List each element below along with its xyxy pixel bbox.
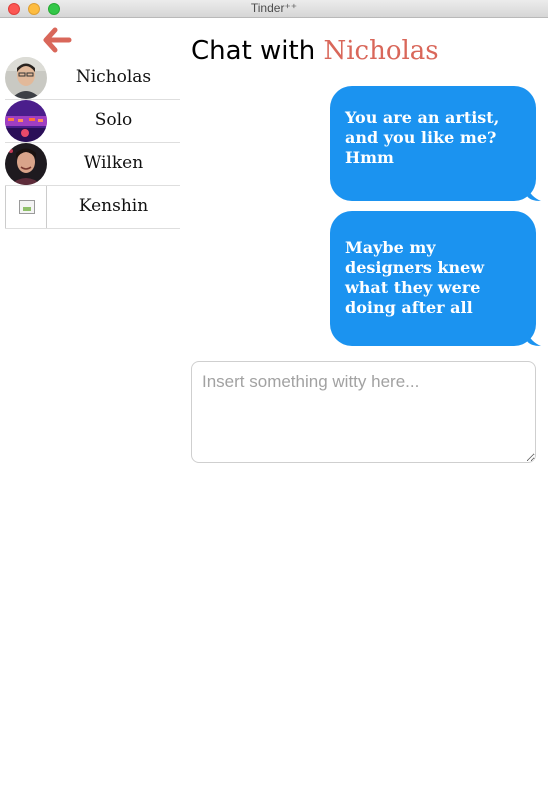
contact-name: Kenshin xyxy=(78,196,149,216)
title-bar: Tinder⁺⁺ xyxy=(0,0,548,18)
bubble-tail xyxy=(527,332,541,346)
chat-partner-name: Nicholas xyxy=(323,36,439,66)
avatar xyxy=(5,57,47,99)
contact-item-kenshin[interactable]: Kenshin xyxy=(5,186,180,229)
contact-name: Wilken xyxy=(83,153,144,173)
message-bubble: You are an artist, and you like me? Hmm xyxy=(330,86,536,201)
contact-item-nicholas[interactable]: Nicholas xyxy=(5,57,180,100)
contact-list: Nicholas Solo Wilken Kenshin xyxy=(5,57,180,229)
broken-image-icon xyxy=(5,186,47,228)
window-title: Tinder⁺⁺ xyxy=(250,1,298,15)
contact-name: Nicholas xyxy=(75,67,152,87)
message-bubble: Maybe my designers knew what they were d… xyxy=(330,211,536,346)
bubble-tail xyxy=(527,187,541,201)
chat-title-prefix: Chat with xyxy=(191,36,316,66)
chat-title: Chat with Nicholas xyxy=(191,36,439,66)
avatar xyxy=(5,143,47,185)
arrow-left-icon xyxy=(43,27,72,53)
contact-item-wilken[interactable]: Wilken xyxy=(5,143,180,186)
contact-item-solo[interactable]: Solo xyxy=(5,100,180,143)
avatar xyxy=(5,100,47,142)
message-input[interactable] xyxy=(191,361,536,463)
back-button[interactable] xyxy=(42,26,72,54)
contact-name: Solo xyxy=(94,110,133,130)
